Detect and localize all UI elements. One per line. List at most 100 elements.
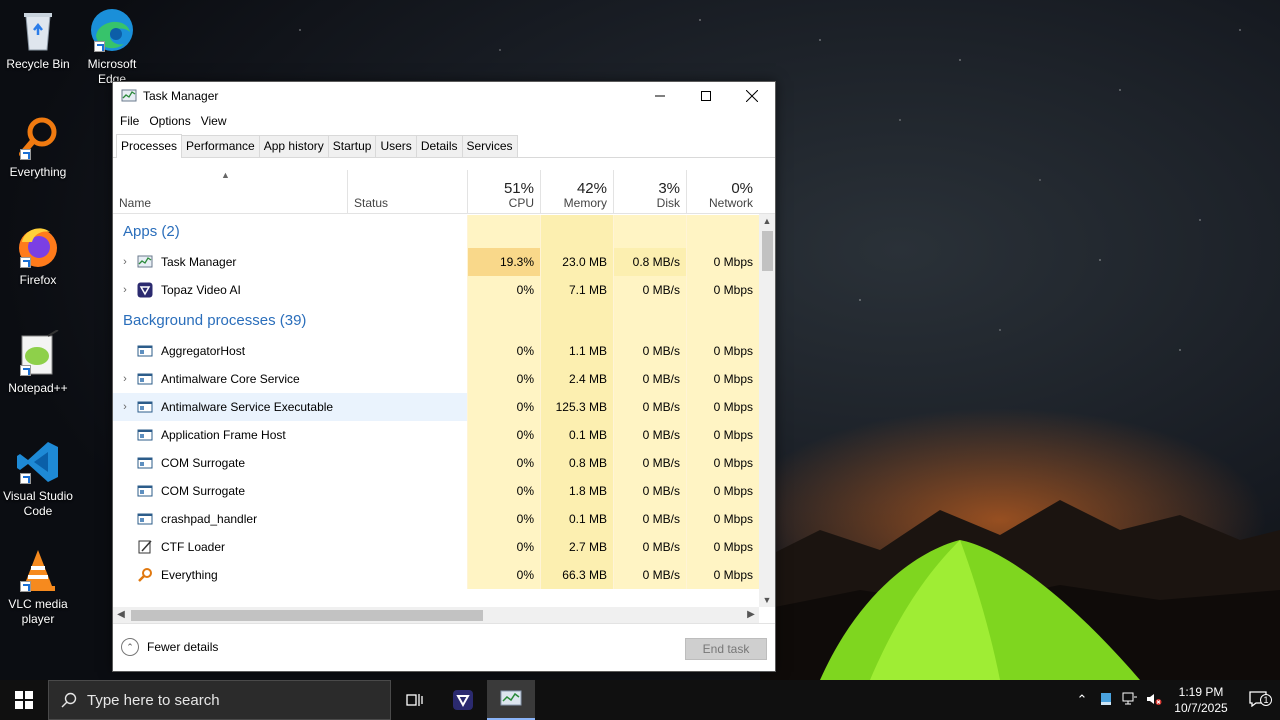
memory-total-percent: 42% <box>576 180 607 197</box>
process-window-icon <box>137 511 153 527</box>
table-row[interactable]: COM Surrogate 0% 1.8 MB 0 MB/s 0 Mbps <box>113 477 759 505</box>
process-cpu-cell: 0% <box>467 421 540 449</box>
process-window-icon <box>137 343 153 359</box>
clock[interactable]: 1:19 PM 10/7/2025 <box>1166 684 1236 716</box>
process-network-cell: 0 Mbps <box>686 505 759 533</box>
group-empty-cell <box>613 215 686 248</box>
process-network-cell: 0 Mbps <box>686 533 759 561</box>
tab-app-history[interactable]: App history <box>258 135 329 157</box>
table-row[interactable]: CTF Loader 0% 2.7 MB 0 MB/s 0 Mbps <box>113 533 759 561</box>
fewer-details-button[interactable]: ⌃ Fewer details <box>121 638 218 656</box>
minimize-button[interactable] <box>637 82 683 110</box>
table-row[interactable]: › Task Manager 19.3% 23.0 MB 0.8 MB/s 0 Mbps <box>113 248 759 276</box>
tab-processes[interactable]: Processes <box>116 134 183 158</box>
tab-details[interactable]: Details <box>415 135 463 157</box>
menu-options[interactable]: Options <box>144 114 195 128</box>
group-empty-cell <box>467 304 540 337</box>
menu-file[interactable]: File <box>115 114 144 128</box>
process-cpu-cell: 0% <box>467 561 540 589</box>
desktop-icon-vlc[interactable]: VLC media player <box>2 546 74 627</box>
column-cpu[interactable]: 51% CPU <box>467 170 540 214</box>
table-row[interactable]: crashpad_handler 0% 0.1 MB 0 MB/s 0 Mbps <box>113 505 759 533</box>
horizontal-scrollbar[interactable]: ◀ ▶ <box>113 607 759 623</box>
process-network-cell: 0 Mbps <box>686 276 759 304</box>
end-task-button[interactable]: End task <box>685 638 767 660</box>
process-disk-cell: 0 MB/s <box>613 421 686 449</box>
close-button[interactable] <box>729 82 775 110</box>
process-name-cell: Application Frame Host <box>113 421 467 449</box>
desktop-icon-everything[interactable]: Everything <box>2 114 74 180</box>
table-row[interactable]: › Antimalware Core Service 0% 2.4 MB 0 MB/s 0… <box>113 365 759 393</box>
scroll-up-icon[interactable]: ▲ <box>759 216 775 226</box>
search-placeholder: Type here to search <box>87 691 220 709</box>
process-network-cell: 0 Mbps <box>686 449 759 477</box>
vertical-scroll-thumb[interactable] <box>762 231 773 271</box>
tab-startup[interactable]: Startup <box>327 135 377 157</box>
process-cpu-cell: 0% <box>467 533 540 561</box>
scroll-right-icon[interactable]: ▶ <box>743 607 759 623</box>
process-memory-cell: 2.4 MB <box>540 365 613 393</box>
group-header[interactable]: Apps (2) <box>113 215 759 248</box>
process-memory-cell: 2.7 MB <box>540 533 613 561</box>
expand-chevron-icon[interactable]: › <box>113 256 137 268</box>
process-window-icon <box>137 427 153 443</box>
table-row[interactable]: › Topaz Video AI 0% 7.1 MB 0 MB/s 0 Mbps <box>113 276 759 304</box>
cpu-total-percent: 51% <box>503 180 534 197</box>
column-name[interactable]: Name <box>119 170 347 214</box>
expand-chevron-icon[interactable]: › <box>113 401 137 413</box>
table-row[interactable]: › Antimalware Service Executable 0% 125.3 M… <box>113 393 759 421</box>
table-row[interactable]: Application Frame Host 0% 0.1 MB 0 MB/s 0 Mb… <box>113 421 759 449</box>
process-network-cell: 0 Mbps <box>686 421 759 449</box>
task-view-button[interactable] <box>391 680 439 720</box>
tab-users[interactable]: Users <box>375 135 417 157</box>
process-cpu-cell: 0% <box>467 449 540 477</box>
tab-services[interactable]: Services <box>461 135 518 157</box>
process-name-cell: COM Surrogate <box>113 477 467 505</box>
table-row[interactable]: Everything 0% 66.3 MB 0 MB/s 0 Mbps <box>113 561 759 589</box>
notification-center-button[interactable]: 1 <box>1236 690 1280 710</box>
expand-chevron-icon[interactable]: › <box>113 373 137 385</box>
group-header[interactable]: Background processes (39) <box>113 304 759 337</box>
process-window-icon <box>137 483 153 499</box>
desktop-icon-edge[interactable]: Microsoft Edge <box>76 6 148 87</box>
maximize-button[interactable] <box>683 82 729 110</box>
horizontal-scroll-thumb[interactable] <box>131 610 483 621</box>
tab-strip: Processes Performance App history Startu… <box>113 132 775 158</box>
process-memory-cell: 66.3 MB <box>540 561 613 589</box>
column-network[interactable]: 0% Network <box>686 170 759 214</box>
desktop-icon-label: VLC media player <box>8 597 68 626</box>
volume-muted-icon[interactable] <box>1142 692 1166 709</box>
title-bar[interactable]: Task Manager <box>113 82 775 110</box>
desktop-icon-firefox[interactable]: Firefox <box>2 222 74 288</box>
scroll-left-icon[interactable]: ◀ <box>113 607 129 623</box>
taskbar-topaz-video-ai[interactable] <box>439 680 487 720</box>
desktop-icon-recycle-bin[interactable]: Recycle Bin <box>2 6 74 72</box>
table-row[interactable]: COM Surrogate 0% 0.8 MB 0 MB/s 0 Mbps <box>113 449 759 477</box>
process-window-icon <box>137 371 153 387</box>
taskbar-task-manager[interactable] <box>487 680 535 720</box>
group-empty-cell <box>613 304 686 337</box>
table-row[interactable]: AggregatorHost 0% 1.1 MB 0 MB/s 0 Mbps <box>113 337 759 365</box>
process-network-cell: 0 Mbps <box>686 393 759 421</box>
scroll-down-icon[interactable]: ▼ <box>759 595 775 605</box>
column-status[interactable]: Status <box>347 170 467 214</box>
start-button[interactable] <box>0 680 48 720</box>
taskbar-search-box[interactable]: Type here to search <box>48 680 391 720</box>
everything-icon <box>137 567 153 583</box>
taskbar: Type here to search ⌃ 1:19 PM 10/7/2025 … <box>0 680 1280 720</box>
column-disk[interactable]: 3% Disk <box>613 170 686 214</box>
storage-icon[interactable] <box>1094 692 1118 709</box>
process-disk-cell: 0 MB/s <box>613 276 686 304</box>
desktop-icon-notepadpp[interactable]: Notepad++ <box>2 329 74 396</box>
menu-view[interactable]: View <box>196 114 232 128</box>
show-hidden-icons-chevron-icon[interactable]: ⌃ <box>1070 692 1094 708</box>
desktop-icon-vscode[interactable]: Visual Studio Code <box>2 438 74 519</box>
column-memory[interactable]: 42% Memory <box>540 170 613 214</box>
process-network-cell: 0 Mbps <box>686 248 759 276</box>
network-icon[interactable] <box>1118 692 1142 709</box>
vertical-scrollbar[interactable]: ▲ ▼ <box>759 214 775 607</box>
expand-chevron-icon[interactable]: › <box>113 284 137 296</box>
process-name: Topaz Video AI <box>161 283 241 297</box>
tab-performance[interactable]: Performance <box>181 135 260 157</box>
task-manager-icon <box>121 89 137 102</box>
